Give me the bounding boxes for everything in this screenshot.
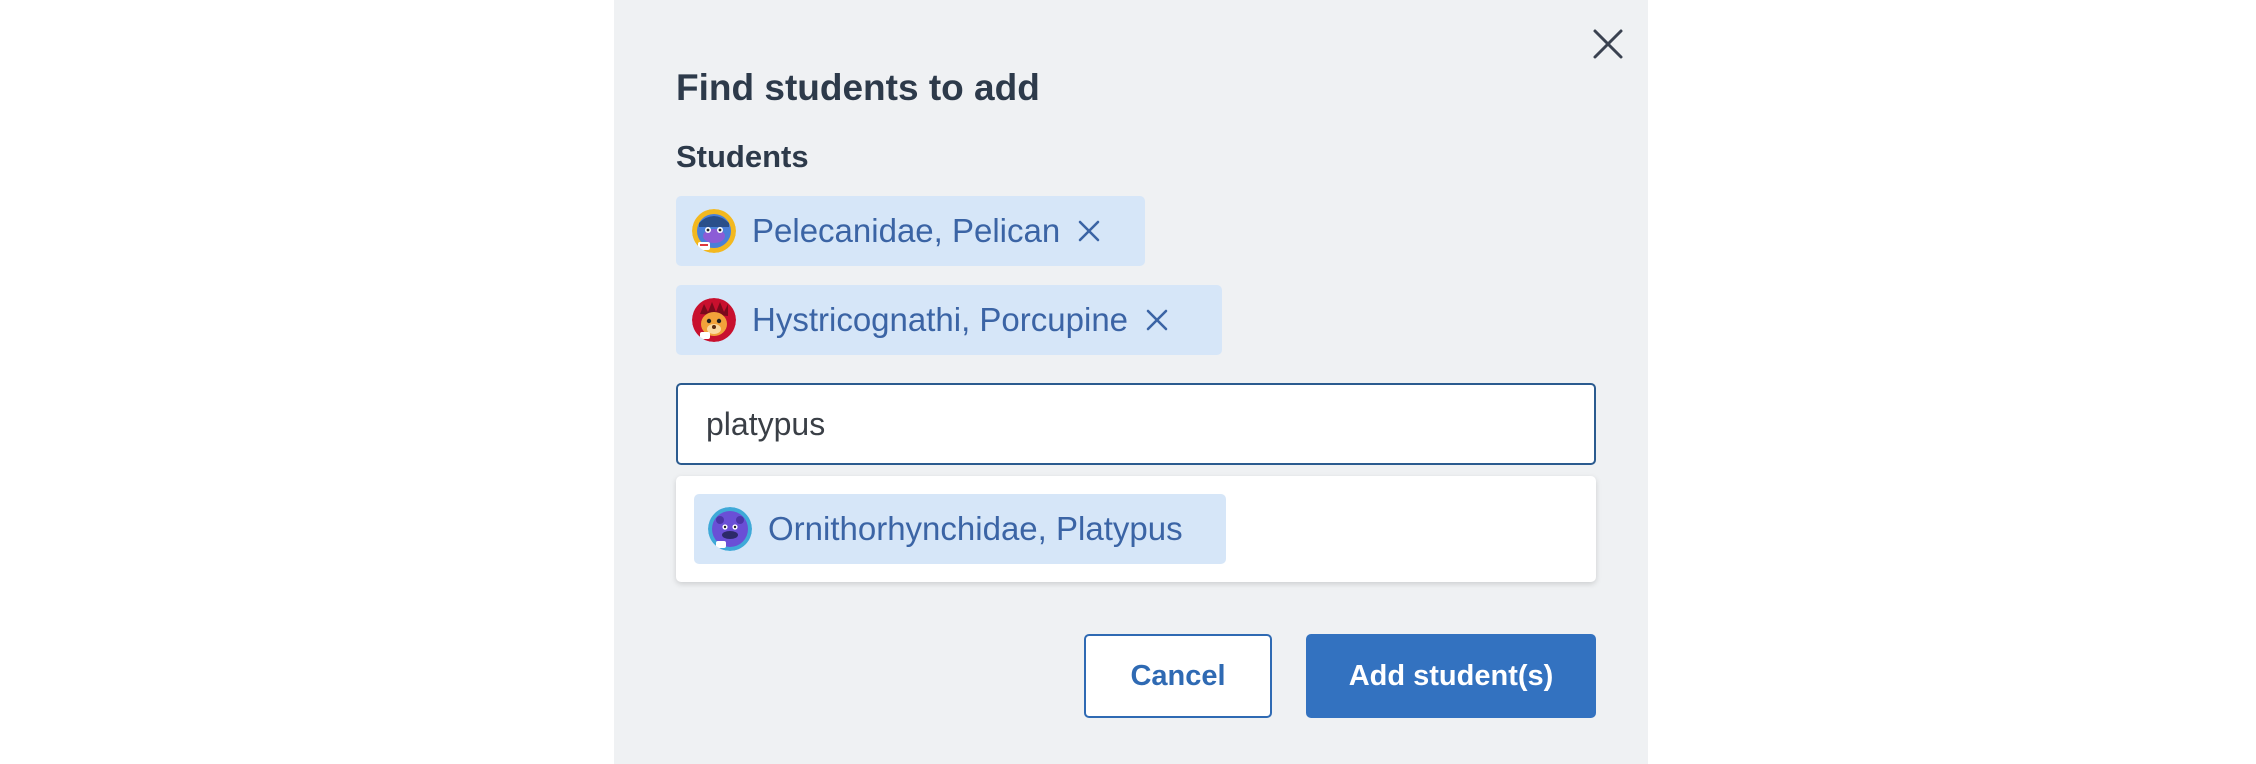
suggestions-dropdown: Ornithorhynchidae, Platypus xyxy=(676,476,1596,582)
remove-icon xyxy=(1078,220,1100,242)
cancel-button[interactable]: Cancel xyxy=(1084,634,1272,718)
students-label: Students xyxy=(676,139,809,174)
suggestion-name: Ornithorhynchidae, Platypus xyxy=(768,510,1183,547)
selected-student-name: Pelecanidae, Pelican xyxy=(752,212,1061,249)
selected-student-chip: Hystricognathi, Porcupine xyxy=(676,285,1222,355)
close-icon xyxy=(1593,29,1623,59)
platypus-avatar-icon xyxy=(708,507,752,551)
porcupine-avatar-icon xyxy=(692,298,736,342)
add-students-dialog: Find students to add Students Pelecanida… xyxy=(614,0,1648,764)
add-students-button[interactable]: Add student(s) xyxy=(1306,634,1596,718)
remove-student-button[interactable] xyxy=(1074,216,1104,246)
student-search-input[interactable] xyxy=(676,383,1596,465)
dialog-title: Find students to add xyxy=(676,67,1040,108)
selected-student-chip: Pelecanidae, Pelican xyxy=(676,196,1145,266)
pelican-avatar-icon xyxy=(692,209,736,253)
selected-student-name: Hystricognathi, Porcupine xyxy=(752,301,1129,338)
remove-student-button[interactable] xyxy=(1142,305,1172,335)
suggestion-option[interactable]: Ornithorhynchidae, Platypus xyxy=(694,494,1226,564)
remove-icon xyxy=(1146,309,1168,331)
close-button[interactable] xyxy=(1588,24,1628,64)
